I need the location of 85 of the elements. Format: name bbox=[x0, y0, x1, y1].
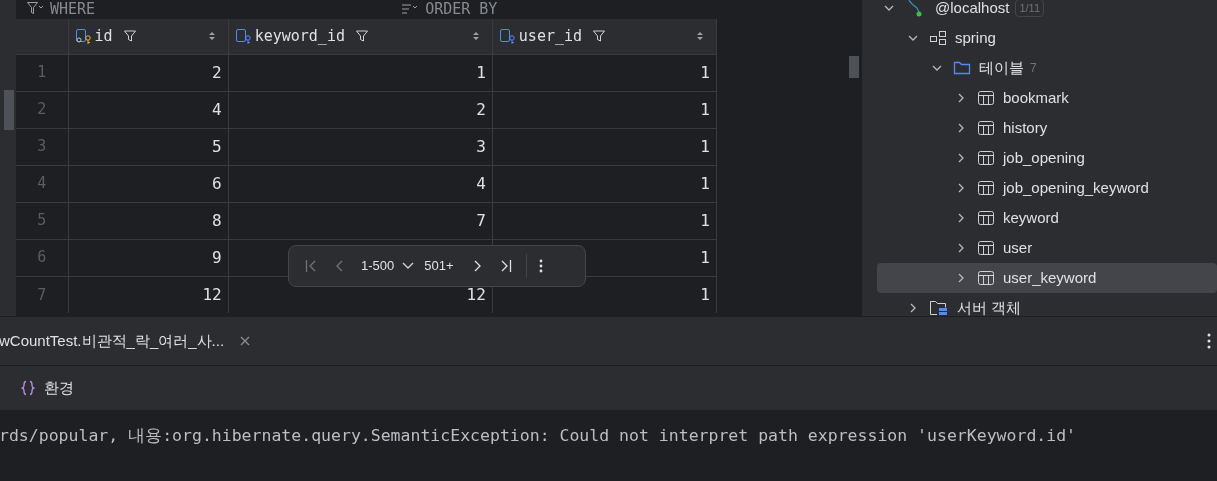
table-cell: 12 bbox=[68, 276, 229, 313]
console-output: rds/popular, 내용:org.hibernate.query.SemanticException: Could not interpret path expression 'userKeyword.id' bbox=[0, 425, 1078, 447]
tree-item[interactable]: @localhost 1/11 bbox=[877, 0, 1217, 23]
tree-label: @localhost bbox=[935, 0, 1010, 18]
tree-item[interactable]: 서버 객체 bbox=[877, 293, 1217, 323]
where-label[interactable]: WHERE bbox=[50, 0, 96, 19]
filter-icon[interactable] bbox=[592, 29, 607, 44]
row-number: 4 bbox=[16, 165, 69, 202]
table-icon bbox=[977, 240, 995, 256]
row-number: 3 bbox=[16, 128, 69, 165]
sort-icon[interactable] bbox=[401, 1, 420, 15]
page-range[interactable]: 1-500 bbox=[361, 256, 395, 276]
item-count: 7 bbox=[1030, 60, 1037, 77]
scrollbar-thumb[interactable] bbox=[4, 90, 14, 130]
tree-item[interactable]: bookmark bbox=[877, 83, 1217, 113]
tree-item[interactable]: user bbox=[877, 233, 1217, 263]
tree-label: job_opening_keyword bbox=[1003, 177, 1149, 198]
count-badge: 1/11 bbox=[1015, 0, 1045, 18]
table-cell: 6 bbox=[68, 165, 229, 202]
table-cell: 5 bbox=[68, 128, 229, 165]
sort-icon[interactable] bbox=[207, 30, 216, 43]
tree-label: 서버 객체 bbox=[957, 297, 1022, 318]
table-cell: 4 bbox=[68, 91, 229, 128]
tree-label: bookmark bbox=[1003, 87, 1069, 108]
table-cell: 1 bbox=[492, 202, 717, 239]
table-icon bbox=[977, 180, 995, 196]
tree-item[interactable]: history bbox=[877, 113, 1217, 143]
table-icon bbox=[977, 150, 995, 166]
order-by-label[interactable]: ORDER BY bbox=[425, 0, 498, 19]
table-cell: 1 bbox=[492, 128, 717, 165]
column-header[interactable]: user_id bbox=[518, 25, 583, 48]
row-number: 5 bbox=[16, 202, 69, 239]
tree-label: 테이블 bbox=[979, 57, 1024, 78]
table-cell: 1 bbox=[492, 165, 717, 202]
tree-item[interactable]: job_opening_keyword bbox=[877, 173, 1217, 203]
table-cell: 1 bbox=[492, 91, 717, 128]
table-cell: 3 bbox=[228, 128, 493, 165]
table-cell: 1 bbox=[228, 54, 493, 91]
column-header[interactable]: id bbox=[94, 25, 113, 48]
more-icon[interactable] bbox=[1207, 333, 1211, 349]
scrollbar-thumb[interactable] bbox=[849, 56, 859, 78]
table-icon bbox=[977, 120, 995, 136]
table-cell: 1 bbox=[492, 54, 717, 91]
braces-icon bbox=[20, 380, 36, 396]
close-icon[interactable] bbox=[240, 336, 251, 346]
column-header[interactable]: keyword_id bbox=[254, 25, 345, 48]
tree-label: user_keyword bbox=[1003, 267, 1097, 288]
folder-icon bbox=[953, 60, 971, 76]
table-cell: 2 bbox=[228, 91, 493, 128]
tree-label: history bbox=[1003, 117, 1048, 138]
table-icon bbox=[977, 90, 995, 106]
tree-label: spring bbox=[955, 27, 996, 48]
tree-item[interactable]: job_opening bbox=[877, 143, 1217, 173]
chevron-down-icon[interactable] bbox=[402, 262, 415, 270]
table-cell: 7 bbox=[228, 202, 493, 239]
tree-item[interactable]: 테이블 7 bbox=[877, 53, 1217, 83]
sort-icon[interactable] bbox=[696, 30, 704, 43]
filter-icon[interactable] bbox=[26, 1, 44, 15]
tree-item[interactable]: keyword bbox=[877, 203, 1217, 233]
row-number: 6 bbox=[16, 239, 69, 276]
sort-icon[interactable] bbox=[471, 30, 480, 43]
tree-item[interactable]: spring bbox=[877, 23, 1217, 53]
last-page-icon[interactable] bbox=[499, 259, 512, 273]
more-icon[interactable] bbox=[538, 259, 543, 273]
filter-icon[interactable] bbox=[122, 29, 137, 44]
table-icon bbox=[977, 210, 995, 226]
table-icon bbox=[977, 270, 995, 286]
previous-page-icon[interactable] bbox=[335, 259, 345, 273]
row-number: 7 bbox=[16, 276, 69, 313]
row-number: 2 bbox=[16, 91, 69, 128]
server-folder-icon bbox=[929, 299, 949, 317]
first-page-icon[interactable] bbox=[305, 259, 317, 273]
table-cell: 2 bbox=[68, 54, 229, 91]
schema-icon bbox=[929, 30, 947, 46]
total-count[interactable]: 501+ bbox=[424, 256, 454, 276]
environment-label[interactable]: 환경 bbox=[44, 376, 74, 400]
tree-label: user bbox=[1003, 237, 1033, 258]
tree-label: job_opening bbox=[1003, 147, 1085, 168]
table-cell: 8 bbox=[68, 202, 229, 239]
row-number: 1 bbox=[16, 54, 69, 91]
table-cell: 9 bbox=[68, 239, 229, 276]
tree-label: keyword bbox=[1003, 207, 1059, 228]
tree-item[interactable]: user_keyword bbox=[877, 263, 1217, 293]
table-cell: 4 bbox=[228, 165, 493, 202]
filter-icon[interactable] bbox=[354, 29, 369, 44]
